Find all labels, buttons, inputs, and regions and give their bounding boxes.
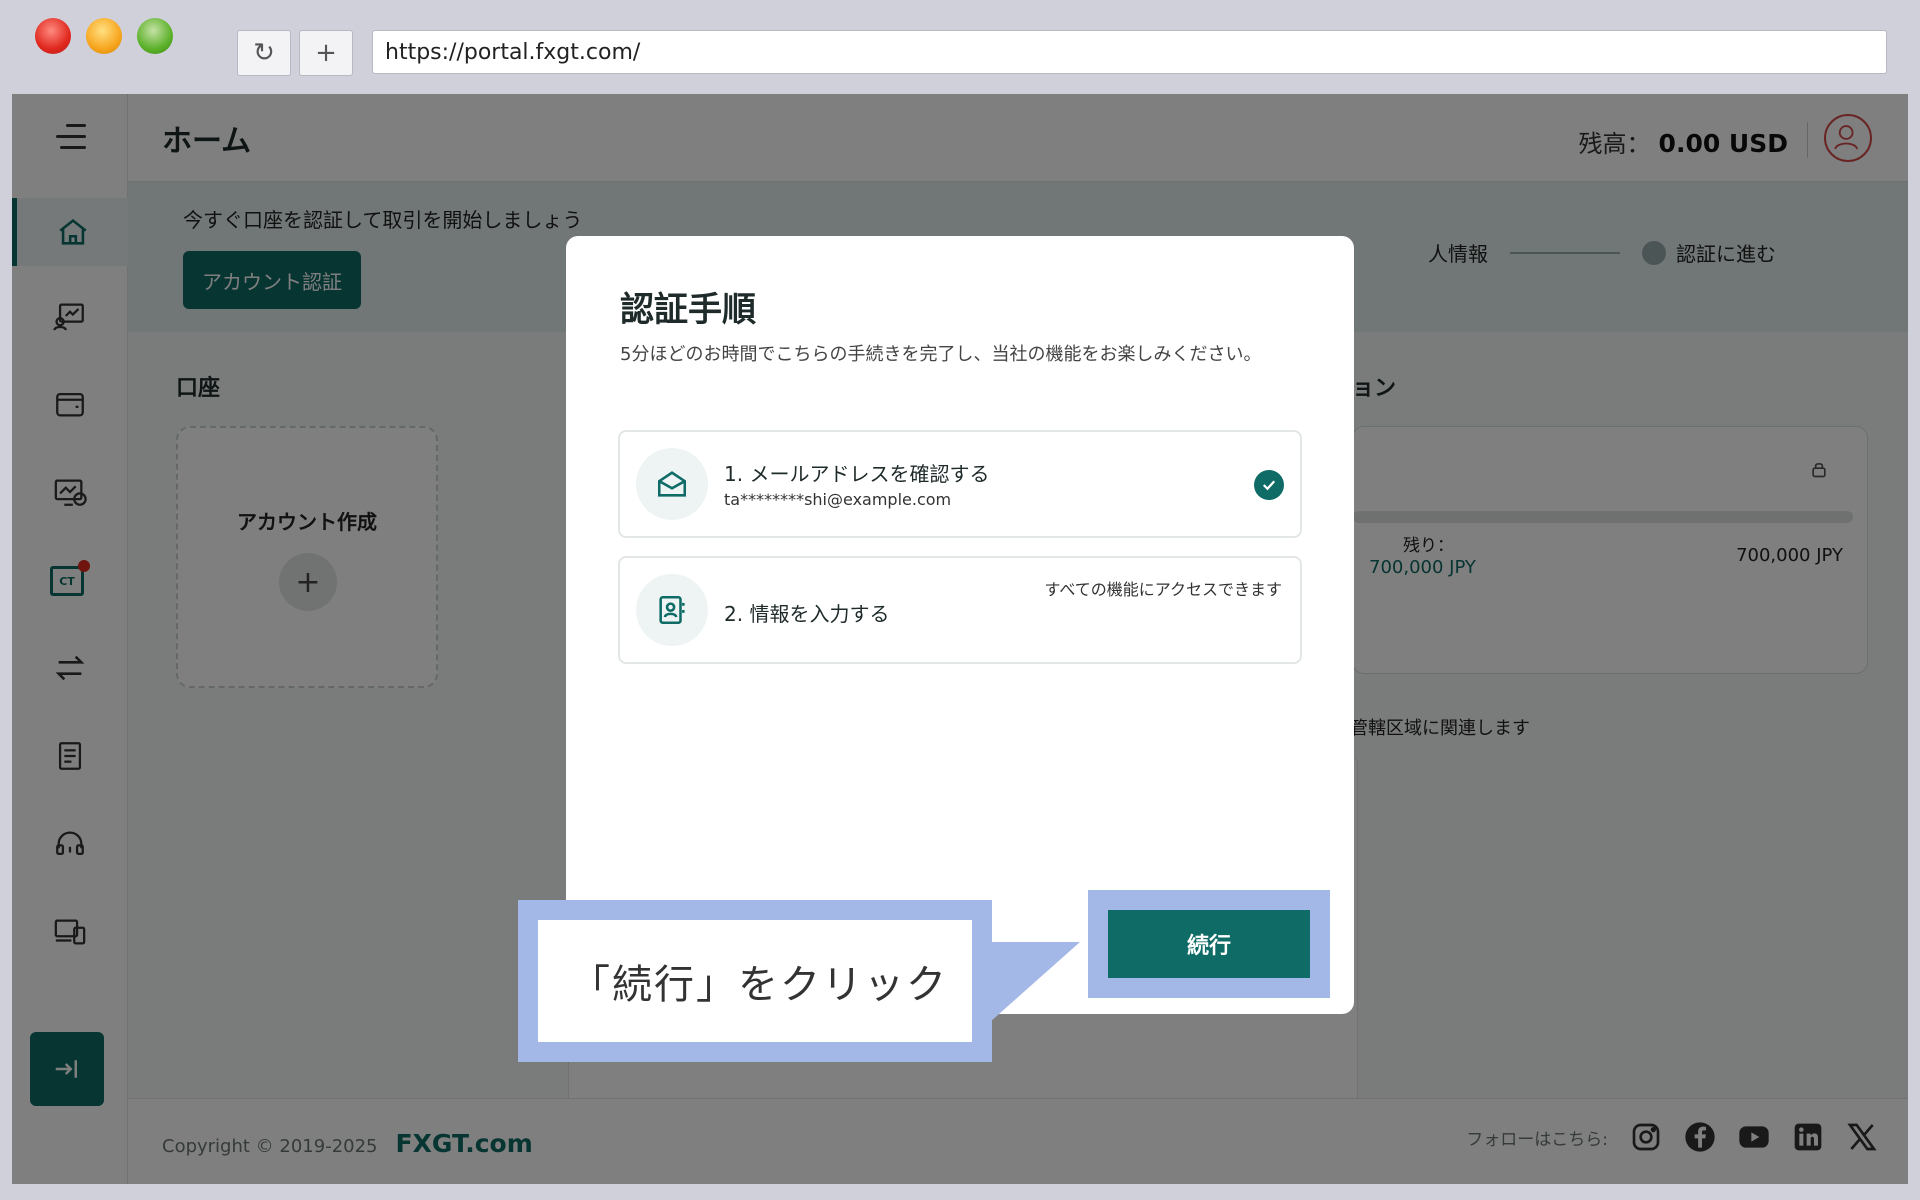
callout-text: 「続行」をクリック — [538, 920, 972, 1042]
continue-button[interactable]: 続行 — [1108, 910, 1310, 978]
callout-pointer — [990, 942, 1080, 1022]
step-title: 2. 情報を入力する — [724, 602, 890, 626]
step-enter-info[interactable]: 2. 情報を入力する すべての機能にアクセスできます — [618, 556, 1302, 664]
step-verify-email[interactable]: 1. メールアドレスを確認する ta********shi@example.co… — [618, 430, 1302, 538]
step-title: 1. メールアドレスを確認する — [724, 462, 990, 486]
check-icon — [1254, 470, 1284, 500]
reload-button[interactable]: ↻ — [237, 30, 291, 76]
step-note: すべての機能にアクセスできます — [1044, 580, 1282, 599]
browser-chrome: ↻ + https://portal.fxgt.com/ — [0, 0, 1920, 94]
maximize-window-button[interactable] — [137, 18, 173, 54]
contact-card-icon — [636, 574, 708, 646]
step-email: ta********shi@example.com — [724, 490, 952, 509]
instruction-callout: 「続行」をクリック — [518, 900, 992, 1062]
email-open-icon — [636, 448, 708, 520]
reload-icon: ↻ — [253, 38, 275, 68]
url-text: https://portal.fxgt.com/ — [385, 39, 641, 65]
plus-icon: + — [315, 38, 337, 68]
address-bar[interactable]: https://portal.fxgt.com/ — [372, 30, 1887, 74]
minimize-window-button[interactable] — [86, 18, 122, 54]
new-tab-button[interactable]: + — [299, 30, 353, 76]
close-window-button[interactable] — [35, 18, 71, 54]
modal-title: 認証手順 — [620, 290, 756, 330]
modal-subtitle: 5分ほどのお時間でこちらの手続きを完了し、当社の機能をお楽しみください。 — [620, 344, 1262, 365]
